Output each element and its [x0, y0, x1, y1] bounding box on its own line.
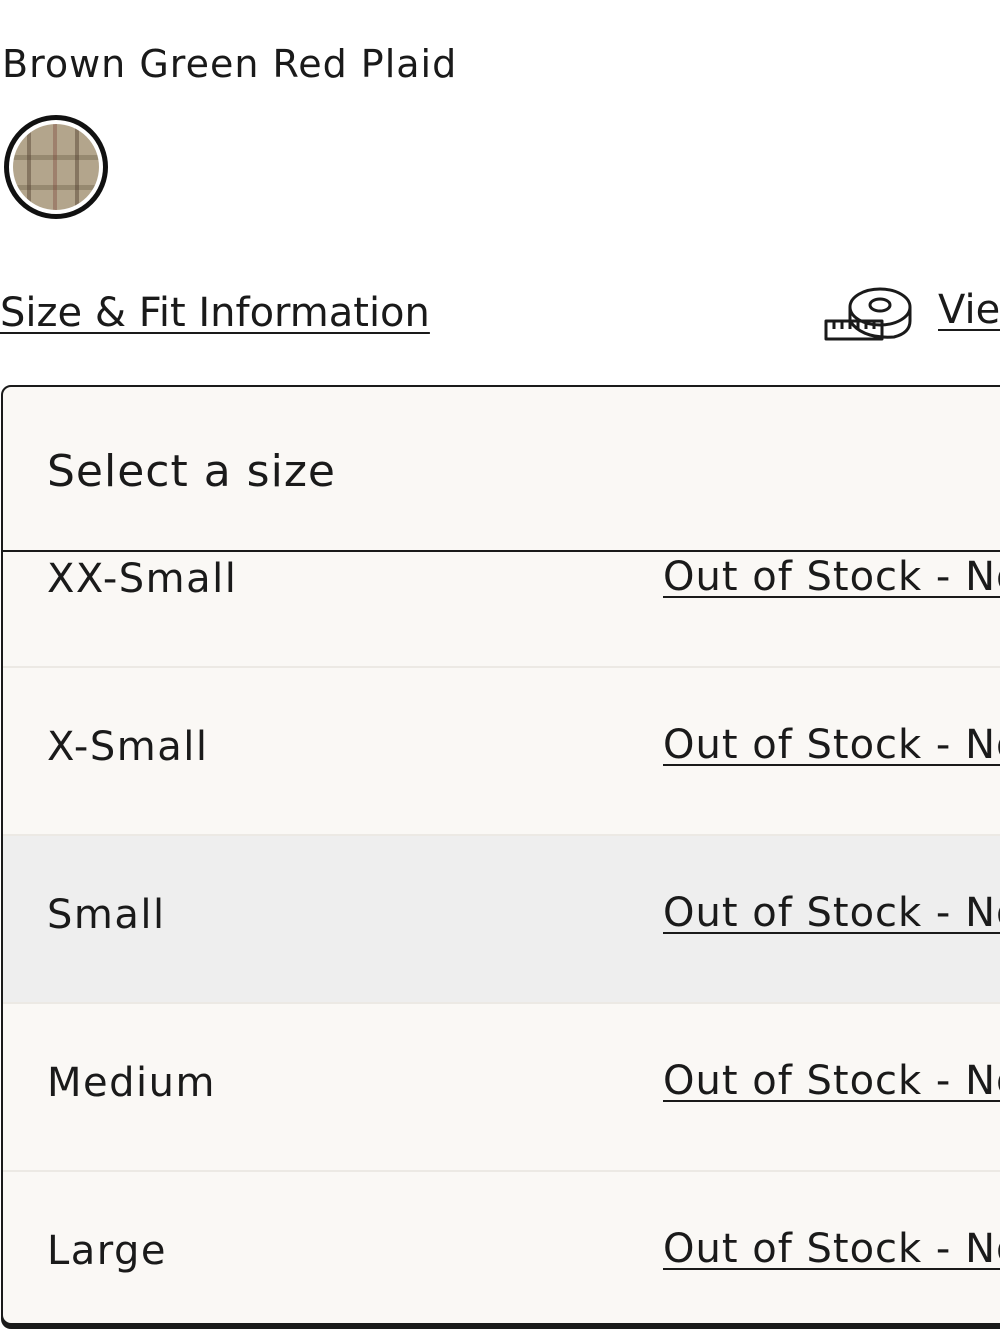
- size-option-label: XX-Small: [47, 556, 238, 602]
- size-option-x-small[interactable]: X-Small Out of Stock - No: [3, 668, 1000, 836]
- size-option-xx-small[interactable]: XX-Small Out of Stock - No: [3, 552, 1000, 668]
- size-panel-title: Select a size: [47, 446, 336, 497]
- size-option-large[interactable]: Large Out of Stock - No: [3, 1172, 1000, 1323]
- stock-status-link[interactable]: Out of Stock - No: [663, 888, 1000, 938]
- plaid-swatch-icon: [13, 124, 99, 210]
- stock-status-link[interactable]: Out of Stock - No: [663, 1056, 1000, 1106]
- size-option-medium[interactable]: Medium Out of Stock - No: [3, 1004, 1000, 1172]
- size-option-list: XX-Small Out of Stock - No X-Small Out o…: [3, 552, 1000, 1323]
- color-swatch-button[interactable]: [4, 115, 108, 219]
- measuring-tape-icon[interactable]: [822, 285, 914, 345]
- view-link[interactable]: Vie: [938, 285, 1000, 335]
- size-option-label: Large: [47, 1228, 168, 1274]
- color-name-label: Brown Green Red Plaid: [2, 42, 458, 86]
- stock-status-link[interactable]: Out of Stock - No: [663, 552, 1000, 602]
- size-option-label: Small: [47, 892, 166, 938]
- stock-status-link[interactable]: Out of Stock - No: [663, 1224, 1000, 1274]
- size-option-label: Medium: [47, 1060, 216, 1106]
- size-panel-header: Select a size: [3, 387, 1000, 552]
- stock-status-link[interactable]: Out of Stock - No: [663, 720, 1000, 770]
- size-select-panel: Select a size XX-Small Out of Stock - No…: [1, 385, 1000, 1325]
- size-fit-information-link[interactable]: Size & Fit Information: [0, 288, 430, 338]
- size-option-small[interactable]: Small Out of Stock - No: [3, 836, 1000, 1004]
- size-option-label: X-Small: [47, 724, 209, 770]
